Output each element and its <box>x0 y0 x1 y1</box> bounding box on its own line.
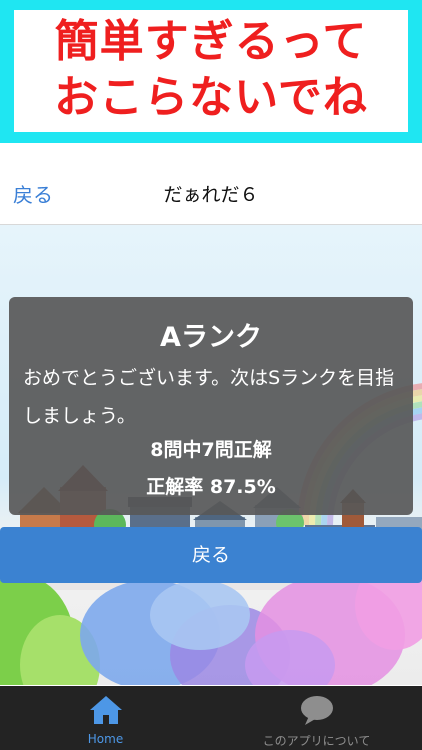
navigation-bar: 戻る だぁれだ６ <box>0 162 422 225</box>
rank-title: Aランク <box>160 322 262 353</box>
tab-home[interactable]: Home <box>0 686 211 750</box>
banner-line-1: 簡単すぎるって <box>54 16 368 67</box>
ad-banner-panel: 簡単すぎるって おこらないでね <box>14 10 408 132</box>
tab-bar: Home このアプリについて <box>0 686 422 750</box>
back-button[interactable]: 戻る <box>0 527 422 583</box>
tab-about[interactable]: このアプリについて <box>211 686 422 750</box>
tab-home-label: Home <box>87 732 124 746</box>
tab-about-label: このアプリについて <box>262 734 371 748</box>
page-title: だぁれだ６ <box>163 184 259 206</box>
result-dialog: Aランク おめでとうございます。次はSランクを目指しましょう。 8問中7問正解 … <box>9 297 413 515</box>
speech-bubble-icon <box>300 696 333 725</box>
ad-banner[interactable]: 簡単すぎるって おこらないでね <box>0 0 422 143</box>
result-message: おめでとうございます。次はSランクを目指しましょう。 <box>23 367 395 427</box>
score-text: 8問中7問正解 <box>150 439 272 461</box>
banner-line-2: おこらないでね <box>54 72 368 123</box>
home-icon <box>89 696 122 724</box>
accuracy-rate-text: 正解率 87.5% <box>146 476 276 498</box>
